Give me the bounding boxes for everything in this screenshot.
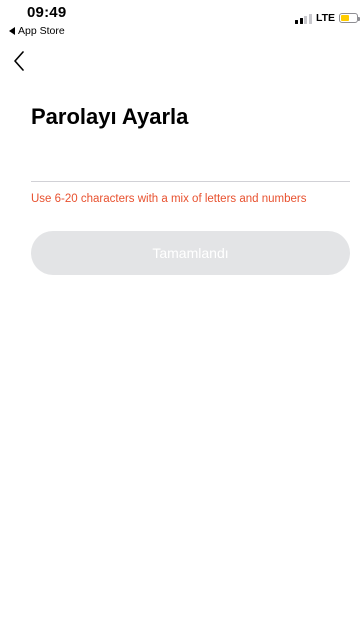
status-bar: 09:49 App Store LTE [0,0,364,40]
password-input[interactable] [31,146,350,182]
chevron-left-icon [14,51,24,71]
status-indicators: LTE [295,12,360,24]
battery-level-fill [341,15,350,21]
back-triangle-icon [9,27,15,35]
network-type-label: LTE [315,12,335,24]
signal-strength-icon [295,13,312,24]
back-button[interactable] [9,49,29,73]
status-time: 09:49 [27,4,67,21]
back-to-app-link[interactable]: App Store [9,25,65,37]
password-hint-text: Use 6-20 characters with a mix of letter… [31,193,307,205]
done-button[interactable]: Tamamlandı [31,231,350,275]
back-to-app-label: App Store [18,25,65,37]
page-title: Parolayı Ayarla [31,104,189,129]
battery-icon [339,13,360,23]
